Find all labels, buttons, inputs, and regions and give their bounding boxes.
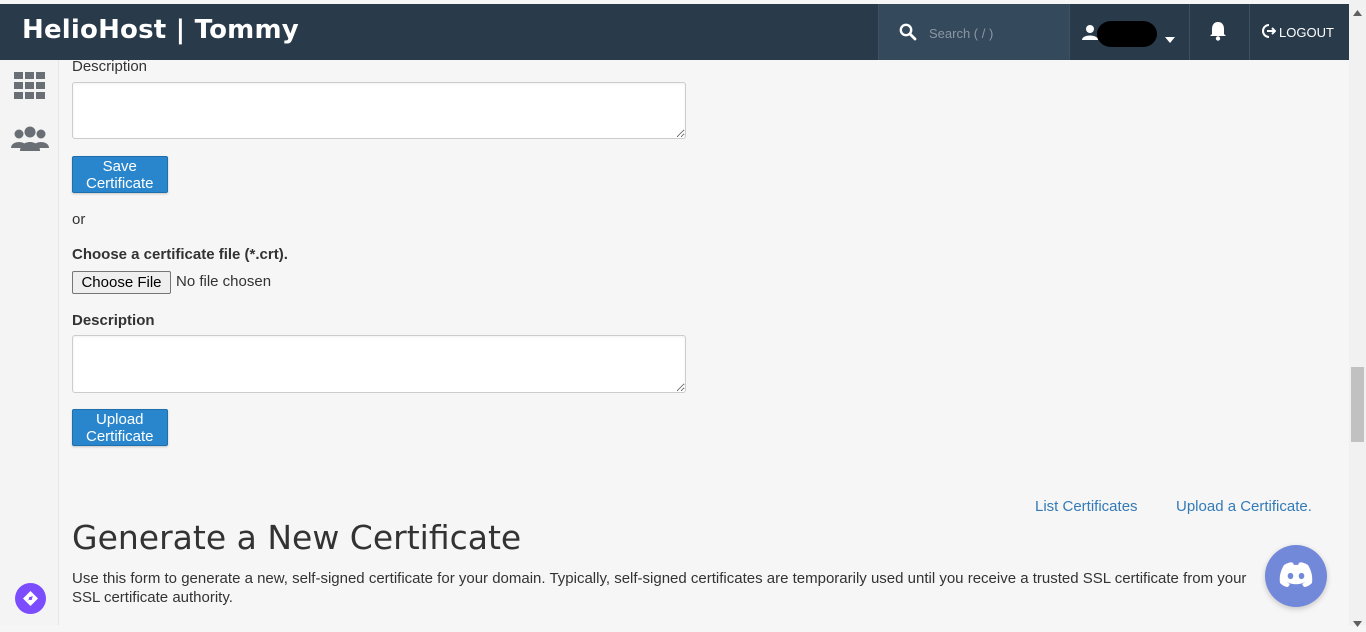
brand-title[interactable]: HelioHost | Tommy [22, 15, 299, 45]
sidebar [0, 60, 59, 625]
users-icon[interactable] [11, 126, 49, 157]
grid-icon[interactable] [14, 72, 46, 105]
search-box[interactable] [878, 4, 1070, 60]
discord-button[interactable] [1265, 545, 1327, 607]
user-icon [1082, 24, 1098, 45]
search-input[interactable] [927, 21, 1061, 45]
logout-label: LOGOUT [1279, 24, 1334, 40]
save-certificate-button[interactable]: Save Certificate [72, 156, 168, 193]
scroll-up-icon[interactable] [1353, 3, 1362, 21]
scroll-down-icon[interactable] [1353, 614, 1362, 632]
bell-icon [1209, 21, 1227, 46]
upload-certificate-link[interactable]: Upload a Certificate. [1176, 498, 1312, 515]
top-bar: HelioHost | Tommy LOGOUT [0, 4, 1349, 60]
logout-icon [1262, 23, 1277, 41]
choose-file-button[interactable]: Choose File [72, 271, 171, 294]
no-file-text: No file chosen [176, 273, 272, 290]
section-title: Generate a New Certificate [72, 518, 522, 557]
list-certificates-link[interactable]: List Certificates [1035, 498, 1138, 515]
choose-file-label: Choose a certificate file (*.crt). [72, 246, 288, 263]
section-description: Use this form to generate a new, self-si… [72, 570, 1247, 606]
caret-down-icon [1165, 30, 1175, 48]
description-textarea[interactable] [72, 82, 686, 139]
upload-certificate-button[interactable]: Upload Certificate [72, 409, 168, 446]
or-text: or [72, 211, 86, 228]
logout-button[interactable]: LOGOUT [1262, 4, 1342, 60]
description-label-upload: Description [72, 312, 155, 329]
redacted-username [1097, 21, 1157, 47]
launcher-button[interactable] [15, 583, 46, 614]
description-textarea-upload[interactable] [72, 335, 686, 393]
description-label: Description [72, 58, 148, 75]
user-menu[interactable] [1069, 4, 1190, 60]
search-icon [899, 23, 917, 46]
notifications-button[interactable] [1189, 4, 1250, 60]
scrollbar-thumb[interactable] [1351, 367, 1364, 442]
page-scrollbar[interactable] [1349, 0, 1366, 627]
